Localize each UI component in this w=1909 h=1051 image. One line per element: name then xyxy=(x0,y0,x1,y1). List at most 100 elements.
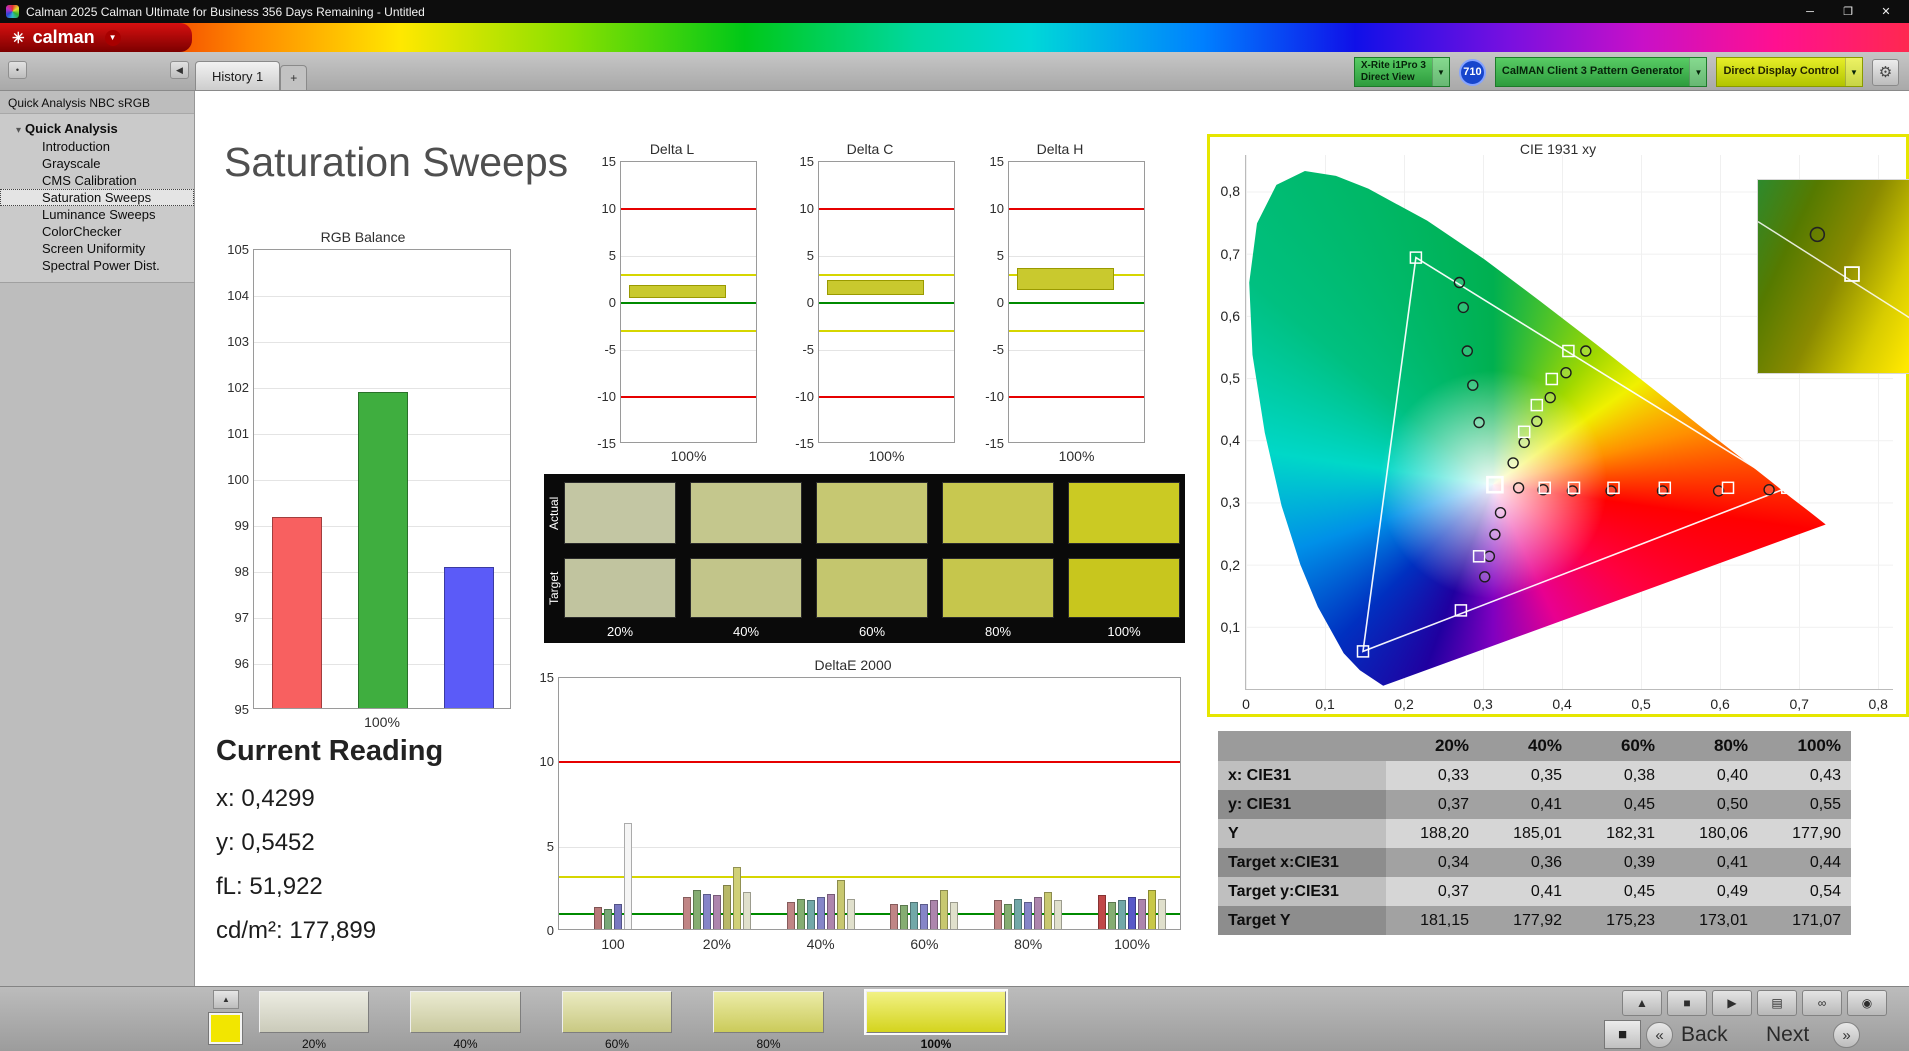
measurement-point xyxy=(1518,436,1530,449)
measurement-point xyxy=(1489,528,1501,541)
tab-history-1[interactable]: History 1 xyxy=(195,61,281,90)
sidebar: Quick Analysis NBC sRGB ▾ Quick Analysis I… xyxy=(0,91,195,986)
y-axis-tick: 15 xyxy=(989,154,1004,169)
table-header-cell xyxy=(1218,731,1386,761)
workspace-options-button[interactable]: • xyxy=(8,61,27,79)
gamut-triangle xyxy=(1362,256,1790,653)
inset-measurement-point xyxy=(1809,226,1826,243)
swatch-actual-40 xyxy=(690,482,802,544)
table-row-label: x: CIE31 xyxy=(1218,761,1386,790)
deltae-bar xyxy=(1098,895,1106,929)
snapshot-button[interactable]: ◉ xyxy=(1847,990,1887,1016)
current-pattern-swatch[interactable] xyxy=(208,1012,243,1045)
meter-dropdown-icon[interactable]: ▼ xyxy=(1431,58,1449,86)
x-axis-tick: 0 xyxy=(1242,696,1250,712)
y-axis-tick: -15 xyxy=(795,436,814,451)
y-axis-tick: 0,7 xyxy=(1220,245,1240,262)
rgb-bar-green xyxy=(358,391,408,708)
table-cell: 0,40 xyxy=(1665,761,1758,790)
generator-dropdown-icon[interactable]: ▼ xyxy=(1689,58,1707,86)
minimize-button[interactable]: ─ xyxy=(1793,1,1827,22)
x-axis-tick: 0,6 xyxy=(1710,696,1730,712)
sidebar-item-introduction[interactable]: Introduction xyxy=(0,138,194,155)
sidebar-item-luminance-sweeps[interactable]: Luminance Sweeps xyxy=(0,206,194,223)
pattern-up-button[interactable]: ▲ xyxy=(213,990,239,1009)
calman-menu-button[interactable]: ✳ calman ▼ xyxy=(0,23,192,52)
y-axis-tick: 10 xyxy=(989,201,1004,216)
pattern-swatch-100[interactable] xyxy=(864,989,1008,1035)
window-title: Calman 2025 Calman Ultimate for Business… xyxy=(26,4,425,19)
gridline xyxy=(254,296,510,297)
sidebar-item-saturation-sweeps[interactable]: Saturation Sweeps xyxy=(0,189,194,206)
deltae-bar xyxy=(1128,897,1136,929)
add-tab-button[interactable]: + xyxy=(280,65,308,90)
table-cell: 188,20 xyxy=(1386,819,1479,848)
pattern-window-button[interactable]: ■ xyxy=(1604,1020,1641,1049)
deltae-bar xyxy=(722,885,731,929)
table-cell: 0,41 xyxy=(1479,877,1572,906)
gridline xyxy=(559,846,1180,848)
display-dropdown-icon[interactable]: ▼ xyxy=(1845,58,1862,86)
deltae-bar xyxy=(1108,902,1116,929)
pattern-generator-button[interactable]: CalMAN Client 3 Pattern Generator ▼ xyxy=(1494,57,1708,87)
back-chevron-button[interactable]: « xyxy=(1646,1022,1673,1048)
current-reading-title: Current Reading xyxy=(216,735,444,767)
deltae-bar xyxy=(692,890,701,929)
continuous-measure-button[interactable]: ∞ xyxy=(1802,990,1842,1016)
deltae-bar xyxy=(1118,900,1126,929)
saturation-data-table: 20% 40% 60% 80% 100% x: CIE31 0,33 0,35 0,38 0,40… xyxy=(1218,731,1851,935)
sidebar-item-screen-uniformity[interactable]: Screen Uniformity xyxy=(0,240,194,257)
pattern-swatch-80[interactable] xyxy=(713,991,824,1033)
next-chevron-button[interactable]: » xyxy=(1833,1022,1860,1048)
calman-dropdown-icon[interactable]: ▼ xyxy=(104,29,121,46)
rgb-balance-xlabel: 100% xyxy=(364,714,400,730)
pattern-swatch-60[interactable] xyxy=(562,991,672,1033)
meter-device-button[interactable]: X-Rite i1Pro 3 Direct View ▼ xyxy=(1353,57,1450,87)
save-button[interactable]: ▤ xyxy=(1757,990,1797,1016)
back-button[interactable]: Back xyxy=(1681,1023,1728,1047)
stop-button[interactable]: ■ xyxy=(1667,990,1707,1016)
sidebar-item-spectral-power-dist[interactable]: Spectral Power Dist. xyxy=(0,257,194,274)
up-button[interactable]: ▲ xyxy=(1622,990,1662,1016)
pattern-swatch-20[interactable] xyxy=(259,991,369,1033)
close-button[interactable]: ✕ xyxy=(1869,1,1903,22)
sidebar-item-colorchecker[interactable]: ColorChecker xyxy=(0,223,194,240)
display-control-button[interactable]: Direct Display Control ▼ xyxy=(1716,57,1863,87)
table-cell: 180,06 xyxy=(1665,819,1758,848)
table-cell: 0,45 xyxy=(1572,877,1665,906)
sidebar-item-cms-calibration[interactable]: CMS Calibration xyxy=(0,172,194,189)
table-cell: 0,45 xyxy=(1572,790,1665,819)
bottom-bar: ▲ ■ « Back Next » 20% 40% 60% 80% 100% ▲ ■ ▶ ▤ ∞ ◉ xyxy=(0,986,1909,1051)
current-reading-value: x: 0,4299 xyxy=(216,785,315,812)
x-axis-tick: 60% xyxy=(910,936,939,952)
y-axis-tick: 104 xyxy=(227,288,249,303)
pattern-swatch-label: 40% xyxy=(453,1037,478,1051)
red-limit-line xyxy=(1009,208,1144,210)
rgb-bar-red xyxy=(272,517,322,708)
x-axis-tick: 0,4 xyxy=(1552,696,1572,712)
current-reading: Current Reading x: 0,4299 y: 0,5452 fL: 51… xyxy=(216,735,443,952)
delta-l-plot: -15 -10 -5 0 5 10 15 xyxy=(597,154,757,451)
next-button[interactable]: Next xyxy=(1766,1023,1809,1047)
delta-bar xyxy=(1017,268,1115,290)
maximize-button[interactable]: ❐ xyxy=(1831,1,1865,22)
swatch-col-label: 60% xyxy=(858,624,886,639)
pattern-swatch-40[interactable] xyxy=(410,991,521,1033)
collapse-sidebar-button[interactable]: ◀ xyxy=(170,61,189,79)
play-button[interactable]: ▶ xyxy=(1712,990,1752,1016)
deltae-bar xyxy=(890,903,899,929)
settings-gear-button[interactable]: ⚙ xyxy=(1872,58,1899,86)
sidebar-root-quick-analysis[interactable]: ▾ Quick Analysis xyxy=(0,119,194,138)
y-axis-tick: 15 xyxy=(601,154,616,169)
sidebar-item-grayscale[interactable]: Grayscale xyxy=(0,155,194,172)
yellow-limit-line xyxy=(621,330,756,333)
measurement-point xyxy=(1457,301,1470,314)
red-limit-line xyxy=(559,761,1180,764)
pattern-swatch-label: 80% xyxy=(756,1037,781,1051)
measurement-point xyxy=(1763,484,1775,496)
current-target-point xyxy=(1486,475,1504,494)
pattern-swatch-label: 60% xyxy=(604,1037,630,1051)
deltae-bar xyxy=(910,902,919,929)
workflow-tree: ▾ Quick Analysis Introduction Grayscale CMS … xyxy=(0,113,194,283)
main-content: Saturation Sweeps RGB Balance 95 96 97 98 99… xyxy=(195,91,1909,986)
